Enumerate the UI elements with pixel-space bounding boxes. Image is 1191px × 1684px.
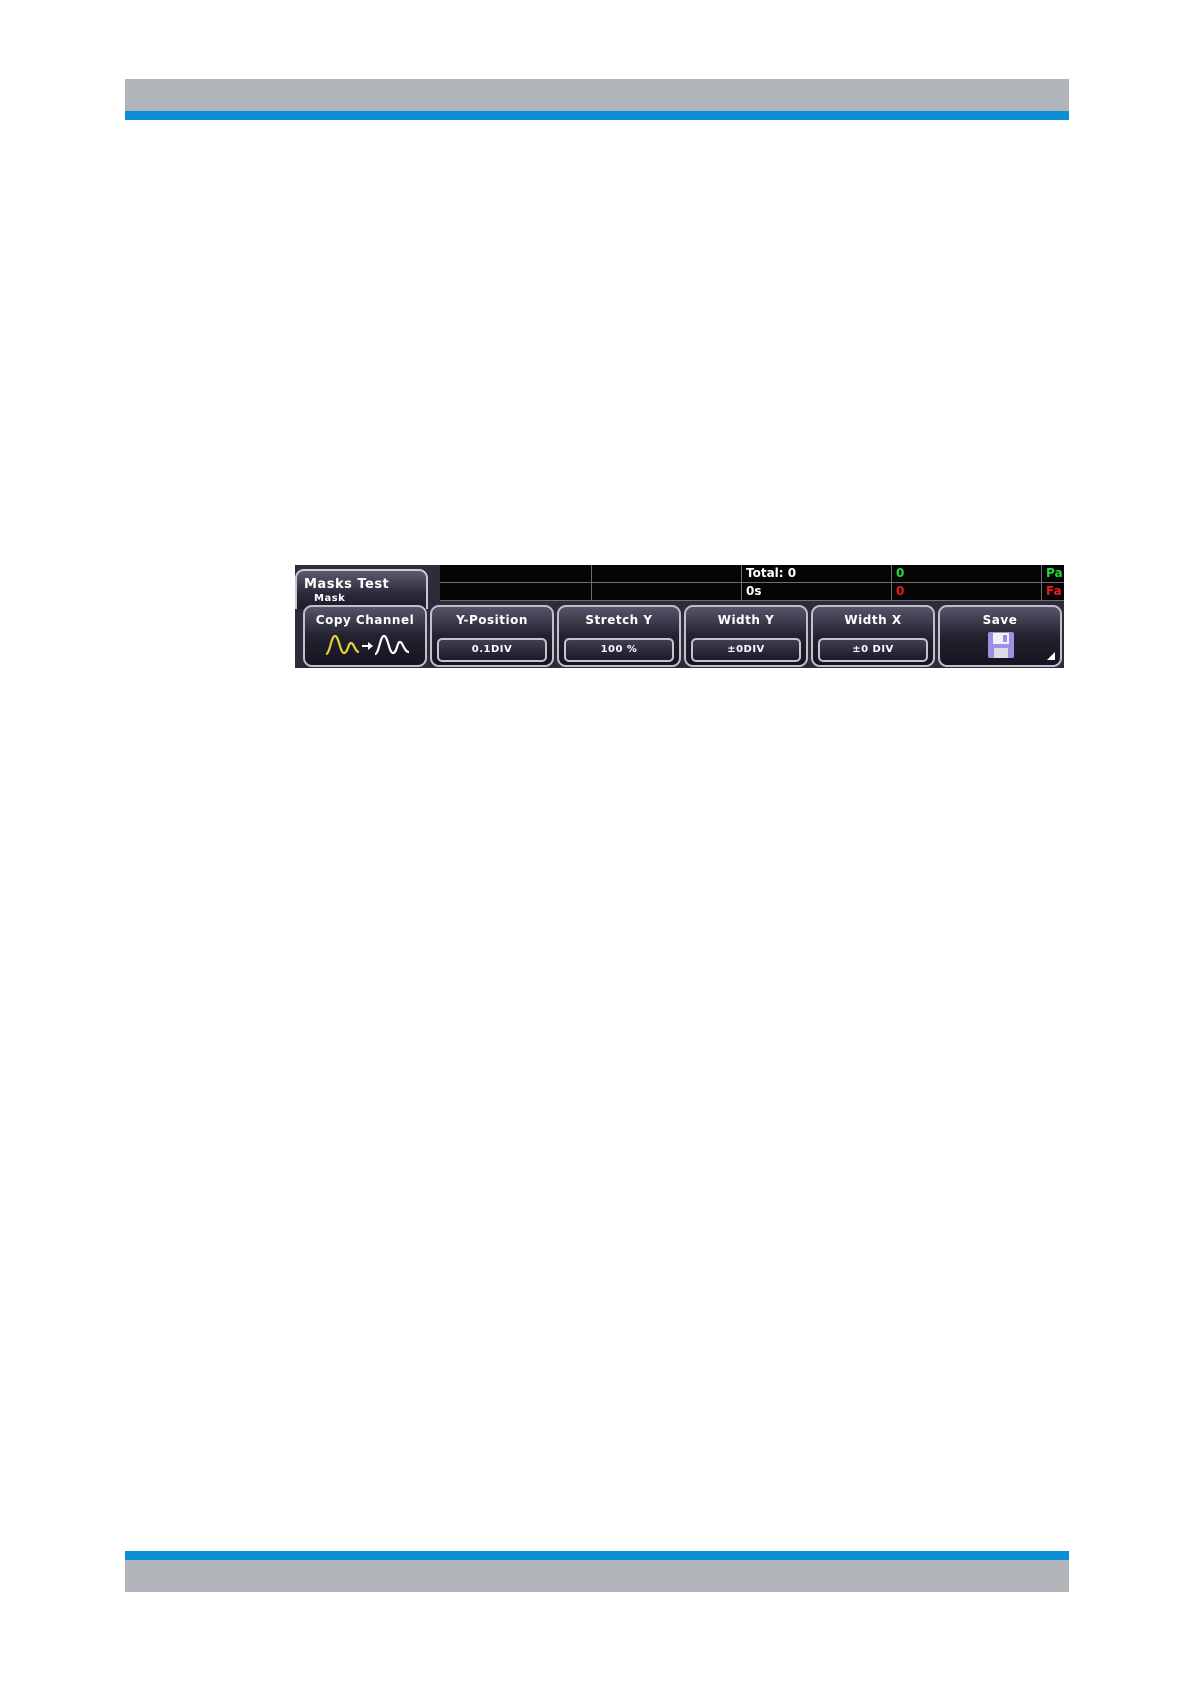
pass-label: Pa bbox=[1042, 565, 1064, 583]
width-x-button[interactable]: Width X ±0 DIV bbox=[811, 605, 935, 667]
save-button[interactable]: Save bbox=[938, 605, 1062, 667]
page-footer-bar bbox=[125, 1560, 1069, 1592]
stretch-y-value[interactable]: 100 % bbox=[564, 638, 674, 662]
pass-count: 0 bbox=[892, 565, 1042, 583]
copy-channel-button[interactable]: Copy Channel bbox=[303, 605, 427, 667]
fail-label: Fa bbox=[1042, 583, 1064, 601]
y-position-button[interactable]: Y-Position 0.1DIV bbox=[430, 605, 554, 667]
menu-subtitle: Mask bbox=[314, 593, 346, 604]
page-header-accent bbox=[125, 111, 1069, 120]
copy-channel-waveform-icon bbox=[325, 634, 410, 656]
submenu-corner-icon bbox=[1047, 652, 1055, 660]
mask-test-softkey-screenshot: Masks Test Mask Total: 0 0 Pa 0s 0 Fa Co… bbox=[295, 565, 1064, 668]
width-y-button[interactable]: Width Y ±0DIV bbox=[684, 605, 808, 667]
status-cell-empty bbox=[592, 565, 742, 583]
softkey-label: Y-Position bbox=[456, 613, 528, 627]
stretch-y-button[interactable]: Stretch Y 100 % bbox=[557, 605, 681, 667]
width-x-value[interactable]: ±0 DIV bbox=[818, 638, 928, 662]
floppy-disk-icon bbox=[988, 632, 1014, 658]
y-position-value[interactable]: 0.1DIV bbox=[437, 638, 547, 662]
width-y-value[interactable]: ±0DIV bbox=[691, 638, 801, 662]
mask-status-table: Total: 0 0 Pa 0s 0 Fa bbox=[440, 565, 1064, 601]
status-cell-empty bbox=[440, 583, 592, 601]
status-cell-empty bbox=[440, 565, 592, 583]
softkey-label: Stretch Y bbox=[585, 613, 653, 627]
total-count: Total: 0 bbox=[742, 565, 892, 583]
softkey-label: Width Y bbox=[717, 613, 775, 627]
softkey-label: Width X bbox=[844, 613, 902, 627]
menu-title: Masks Test bbox=[304, 577, 390, 592]
menu-tab[interactable]: Masks Test Mask bbox=[295, 569, 428, 609]
softkey-bar: Copy Channel Y-Position 0.1DIV Stretch Y… bbox=[295, 605, 1064, 668]
page-footer-accent bbox=[125, 1551, 1069, 1560]
elapsed-time: 0s bbox=[742, 583, 892, 601]
status-cell-empty bbox=[592, 583, 742, 601]
softkey-label: Save bbox=[982, 613, 1018, 627]
softkey-label: Copy Channel bbox=[315, 613, 415, 627]
page-header-bar bbox=[125, 79, 1069, 111]
fail-count: 0 bbox=[892, 583, 1042, 601]
